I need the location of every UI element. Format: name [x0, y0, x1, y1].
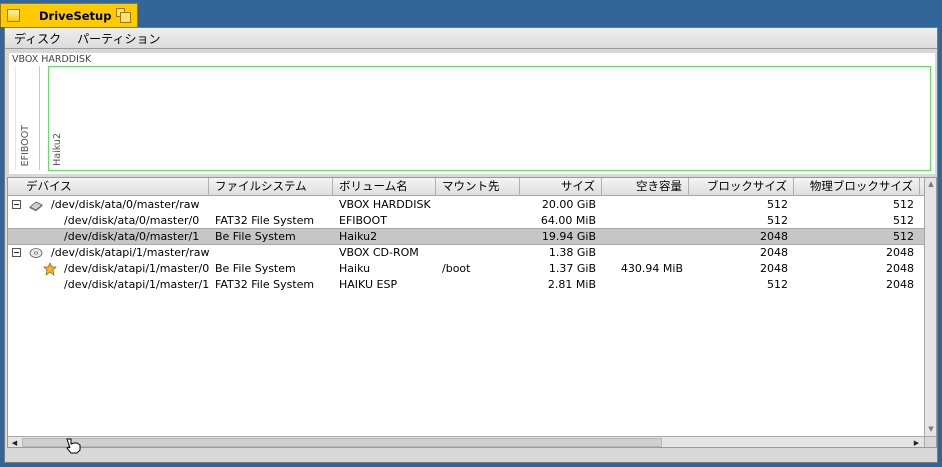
scroll-up-icon[interactable]: ▲ [926, 179, 936, 190]
cell-phys-block-size: 2048 [886, 262, 914, 275]
cell-block-size: 512 [767, 214, 788, 227]
horizontal-scroll-thumb[interactable] [22, 438, 662, 447]
cell-mount [436, 213, 448, 229]
table-row[interactable]: /dev/disk/ata/0/master/raw VBOX HARDDISK… [8, 197, 924, 213]
cell-free [602, 213, 689, 229]
cell-phys-block-size: 2048 [886, 246, 914, 259]
scroll-left-icon[interactable]: ◀ [9, 438, 20, 447]
cell-volume: VBOX HARDDISK [339, 198, 431, 211]
column-free-space[interactable]: 空き容量 [602, 178, 689, 196]
table-row[interactable]: /dev/disk/atapi/1/master/raw VBOX CD-ROM… [8, 245, 924, 261]
cell-device: /dev/disk/atapi/1/master/raw [51, 246, 210, 259]
vertical-scrollbar[interactable]: ▲ ▼ [924, 178, 936, 436]
menu-bar: ディスク パーティション [5, 28, 937, 49]
cell-filesystem: FAT32 File System [215, 214, 315, 227]
hard-disk-icon [29, 201, 43, 212]
cell-free [602, 229, 689, 245]
partition-haiku2[interactable]: Haiku2 [48, 66, 931, 171]
column-volume-name[interactable]: ボリューム名 [333, 178, 436, 196]
collapse-icon[interactable] [12, 248, 21, 257]
cell-device: /dev/disk/ata/0/master/0 [64, 214, 200, 227]
cell-block-size: 2048 [760, 230, 788, 243]
cell-mount [436, 229, 448, 245]
hand-cursor-icon [66, 438, 81, 454]
table-row[interactable]: /dev/disk/ata/0/master/0 FAT32 File Syst… [8, 213, 924, 229]
cell-filesystem: Be File System [215, 262, 296, 275]
cell-block-size: 512 [767, 278, 788, 291]
cell-free [602, 197, 689, 213]
cell-phys-block-size: 512 [893, 198, 914, 211]
cell-block-size: 2048 [760, 262, 788, 275]
cell-size: 19.94 GiB [541, 230, 596, 243]
column-filesystem[interactable]: ファイルシステム [209, 178, 333, 196]
cd-rom-icon [29, 248, 43, 258]
cell-size: 1.38 GiB [548, 246, 596, 259]
cell-filesystem [209, 197, 221, 213]
table-row[interactable]: /dev/disk/atapi/1/master/0 Be File Syste… [8, 261, 924, 277]
cell-mount [436, 245, 448, 261]
cell-phys-block-size: 512 [893, 230, 914, 243]
close-icon[interactable] [7, 9, 20, 22]
cell-filesystem: FAT32 File System [215, 278, 315, 291]
zoom-icon[interactable] [116, 8, 131, 23]
cell-block-size: 2048 [760, 246, 788, 259]
haiku-leaf-icon [43, 262, 57, 276]
window-title: DriveSetup [39, 9, 112, 23]
cell-phys-block-size: 2048 [886, 278, 914, 291]
cell-device: /dev/disk/atapi/1/master/0 [64, 262, 210, 275]
column-size[interactable]: サイズ [520, 178, 602, 196]
cell-device: /dev/disk/ata/0/master/raw [51, 198, 200, 211]
column-device[interactable]: デバイス [8, 178, 209, 196]
cell-block-size: 512 [767, 198, 788, 211]
table-row[interactable]: /dev/disk/atapi/1/master/1 FAT32 File Sy… [8, 277, 924, 293]
disk-map-label: VBOX HARDDISK [12, 54, 92, 65]
column-header-row: デバイス ファイルシステム ボリューム名 マウント先 サイズ 空き容量 ブロック… [8, 178, 924, 196]
cell-phys-block-size: 512 [893, 214, 914, 227]
cell-free [602, 277, 689, 293]
disk-map: VBOX HARDDISK EFIBOOT Haiku2 [9, 53, 935, 174]
resize-handle[interactable] [924, 436, 936, 447]
drivesetup-window: ディスク パーティション VBOX HARDDISK EFIBOOT Haiku… [4, 27, 938, 463]
menu-partition[interactable]: パーティション [77, 30, 160, 47]
table-row-selected[interactable]: /dev/disk/ata/0/master/1 Be File System … [8, 228, 924, 245]
cell-mount [436, 197, 448, 213]
cell-free: 430.94 MiB [620, 262, 683, 275]
cell-device: /dev/disk/atapi/1/master/1 [64, 278, 210, 291]
cell-filesystem [209, 245, 221, 261]
horizontal-scrollbar[interactable]: ◀ ▶ [8, 436, 924, 447]
partition-efiboot-label: EFIBOOT [20, 124, 31, 166]
cell-mount: /boot [442, 262, 471, 275]
menu-disk[interactable]: ディスク [14, 30, 61, 47]
cell-size: 2.81 MiB [547, 278, 596, 291]
scroll-down-icon[interactable]: ▼ [926, 424, 936, 435]
column-block-size[interactable]: ブロックサイズ [689, 178, 794, 196]
partition-list[interactable]: デバイス ファイルシステム ボリューム名 マウント先 サイズ 空き容量 ブロック… [7, 177, 937, 448]
cell-device: /dev/disk/ata/0/master/1 [64, 230, 200, 243]
column-mount-point[interactable]: マウント先 [436, 178, 520, 196]
cell-mount [436, 277, 448, 293]
cell-size: 64.00 MiB [540, 214, 596, 227]
cell-size: 20.00 GiB [541, 198, 596, 211]
cell-volume: EFIBOOT [339, 214, 387, 227]
scroll-right-icon[interactable]: ▶ [911, 438, 922, 447]
cell-volume: Haiku2 [339, 230, 378, 243]
cell-volume: Haiku [339, 262, 371, 275]
collapse-icon[interactable] [12, 200, 21, 209]
window-tab[interactable]: DriveSetup [0, 3, 138, 27]
column-physical-block-size[interactable]: 物理ブロックサイズ [794, 178, 920, 196]
partition-haiku2-label: Haiku2 [52, 133, 63, 166]
cell-free [602, 245, 689, 261]
cell-size: 1.37 GiB [548, 262, 596, 275]
partition-efiboot[interactable]: EFIBOOT [15, 66, 40, 170]
cell-filesystem: Be File System [215, 230, 296, 243]
cell-volume: VBOX CD-ROM [339, 246, 419, 259]
cell-volume: HAIKU ESP [339, 278, 398, 291]
